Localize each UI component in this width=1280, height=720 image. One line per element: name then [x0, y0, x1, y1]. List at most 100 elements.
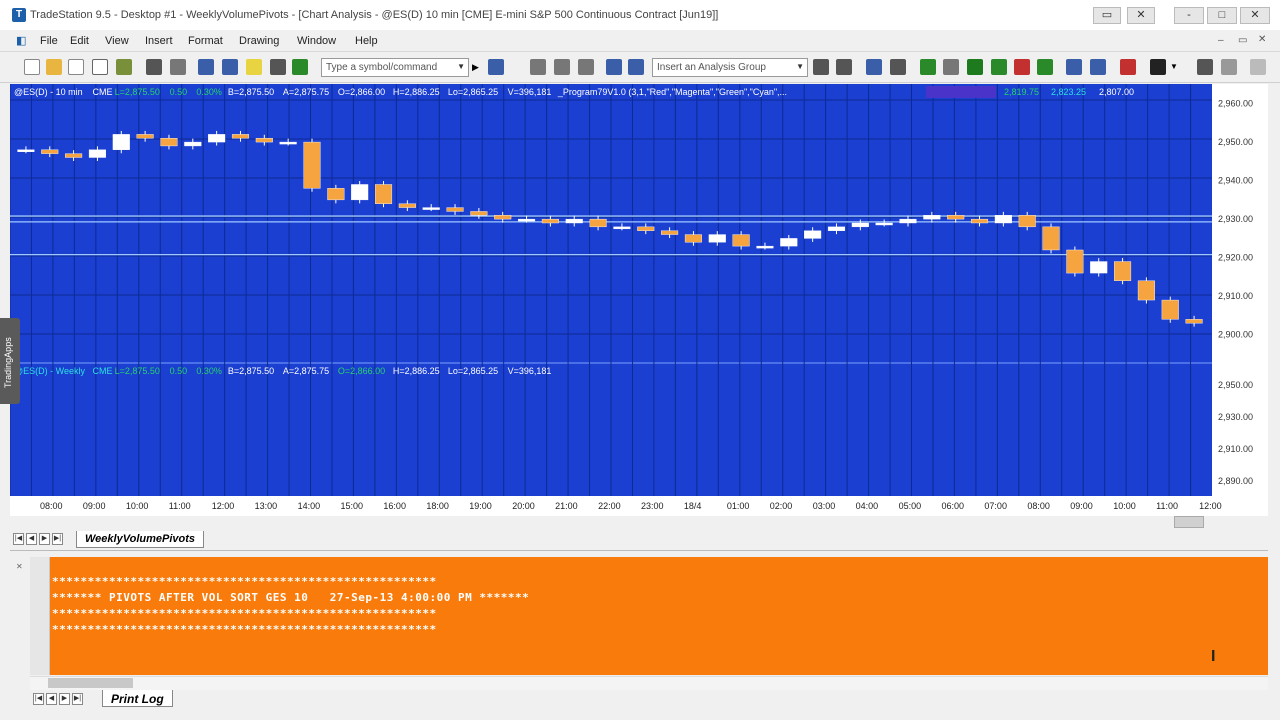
copy-icon[interactable] — [92, 59, 108, 75]
analysis-group-select[interactable]: Insert an Analysis Group ▼ — [652, 58, 808, 77]
price-tick-label: 2,900.00 — [1218, 330, 1253, 340]
radar-icon[interactable] — [554, 59, 570, 75]
menu-edit[interactable]: Edit — [70, 35, 89, 47]
time-tick-label: 18:00 — [426, 501, 449, 511]
time-tick-label: 21:00 — [555, 501, 578, 511]
candle-body — [1185, 319, 1203, 324]
last-sheet-icon[interactable]: ▶| — [52, 533, 63, 545]
menu-insert[interactable]: Insert — [145, 35, 173, 47]
child-close-icon[interactable]: ✕ — [1258, 34, 1266, 45]
chevron-down-icon[interactable]: ▼ — [796, 62, 804, 71]
account-icon[interactable] — [292, 59, 308, 75]
next-sheet-icon[interactable]: ▶ — [39, 533, 50, 545]
chart-header-field: B=2,875.50 — [228, 87, 274, 97]
refresh-icon[interactable] — [920, 59, 936, 75]
prev-tab-icon[interactable]: ◀ — [46, 693, 57, 705]
chart-header-field: L=2,875.50 — [115, 366, 160, 376]
chart-scroll-thumb[interactable] — [1174, 516, 1204, 528]
minimize-button[interactable]: - — [1174, 7, 1204, 24]
bar-chart-icon[interactable] — [967, 59, 983, 75]
price-tick-label: 2,950.00 — [1218, 380, 1253, 390]
close-panel-icon[interactable]: ✕ — [16, 562, 23, 571]
horizontal-scrollbar[interactable] — [30, 676, 1268, 690]
trendline-icon[interactable] — [1090, 59, 1106, 75]
candle-body — [589, 218, 607, 228]
sheet-tab-weeklyvolumepivots[interactable]: WeeklyVolumePivots — [76, 531, 205, 548]
chevron-down-icon[interactable]: ▼ — [1170, 59, 1186, 75]
candlestick-icon[interactable] — [991, 59, 1007, 75]
candle-body — [661, 230, 679, 235]
menu-drawing[interactable]: Drawing — [239, 35, 279, 47]
candle-body — [923, 215, 941, 220]
tradingapps-side-tab[interactable]: TradingApps — [0, 318, 20, 404]
print-log-output[interactable]: ****************************************… — [50, 557, 1268, 675]
maximize-button[interactable]: □ — [1207, 7, 1237, 24]
horizontal-scroll-thumb[interactable] — [48, 678, 133, 688]
menu-format[interactable]: Format — [188, 35, 223, 47]
close-icon[interactable]: ✕ — [1127, 7, 1155, 24]
menu-window[interactable]: Window — [297, 35, 336, 47]
first-tab-icon[interactable]: |◀ — [33, 693, 44, 705]
new-icon[interactable] — [24, 59, 40, 75]
close-button[interactable]: ✕ — [1240, 7, 1270, 24]
candle-body — [1137, 280, 1155, 301]
price-tick-label: 2,940.00 — [1218, 176, 1253, 186]
prev-sheet-icon[interactable]: ◀ — [26, 533, 37, 545]
candle-red-icon[interactable] — [1014, 59, 1030, 75]
chart-window-icon[interactable] — [530, 59, 546, 75]
zoom-in-icon[interactable] — [1197, 59, 1213, 75]
workspace-icon[interactable] — [116, 59, 132, 75]
price-chart[interactable]: 2,960.00 2,950.00 2,940.00 2,930.00 2,920.00… — [10, 84, 1268, 516]
lock-icon[interactable] — [270, 59, 286, 75]
alert-bell-icon[interactable] — [246, 59, 262, 75]
print-chart-icon[interactable] — [890, 59, 906, 75]
indicator-icon[interactable] — [813, 59, 829, 75]
child-restore-icon[interactable]: ▭ — [1238, 35, 1247, 46]
print-icon[interactable] — [170, 59, 186, 75]
menu-view[interactable]: View — [105, 35, 129, 47]
link-icon[interactable] — [628, 59, 644, 75]
candle-body — [1066, 249, 1084, 274]
menu-file[interactable]: File — [40, 35, 58, 47]
chart-header-field: Lo=2,865.25 — [448, 366, 498, 376]
first-sheet-icon[interactable]: |◀ — [13, 533, 24, 545]
time-tick-label: 15:00 — [341, 501, 364, 511]
restore-down-icon[interactable]: ▭ — [1093, 7, 1121, 24]
chart-header-field: _Program79V1.0 (3,1,"Red","Magenta","Gre… — [557, 87, 787, 97]
chart-header-field: Lo=2,865.25 — [448, 87, 498, 97]
symbol-input[interactable]: Type a symbol/command ▼ — [321, 58, 469, 77]
line-chart-icon[interactable] — [1066, 59, 1082, 75]
format-window-icon[interactable] — [198, 59, 214, 75]
open-folder-icon[interactable] — [46, 59, 62, 75]
play-icon[interactable]: ▶ — [472, 59, 488, 75]
hollow-candle-icon[interactable] — [1037, 59, 1053, 75]
new-page-icon[interactable] — [68, 59, 84, 75]
chart-menu-icon[interactable]: ◧ — [16, 34, 26, 47]
tab-print-log[interactable]: Print Log — [102, 690, 173, 707]
search-icon[interactable] — [488, 59, 504, 75]
candle-body — [970, 218, 989, 224]
scanner-icon[interactable] — [606, 59, 622, 75]
chart-header-field: L=2,875.50 — [115, 87, 160, 97]
candle-body — [112, 134, 130, 150]
save-icon[interactable] — [146, 59, 162, 75]
time-tick-label: 12:00 — [212, 501, 235, 511]
pointer-icon[interactable] — [1250, 59, 1266, 75]
menu-help[interactable]: Help — [355, 35, 378, 47]
zoom-out-icon[interactable] — [1221, 59, 1237, 75]
data-window-icon[interactable] — [222, 59, 238, 75]
price-tick-label: 2,920.00 — [1218, 253, 1253, 263]
chevron-down-icon[interactable]: ▼ — [457, 62, 465, 71]
strategy-icon[interactable] — [836, 59, 852, 75]
candle-body — [17, 149, 35, 152]
color-bar-icon[interactable] — [1120, 59, 1136, 75]
candle-body — [1161, 299, 1179, 320]
time-icon[interactable] — [943, 59, 959, 75]
last-tab-icon[interactable]: ▶| — [72, 693, 83, 705]
child-minimize-icon[interactable]: – — [1218, 35, 1224, 46]
next-tab-icon[interactable]: ▶ — [59, 693, 70, 705]
chart-header-field: H=2,886.25 — [393, 87, 440, 97]
format-symbol-icon[interactable] — [866, 59, 882, 75]
matrix-icon[interactable] — [578, 59, 594, 75]
crosshair-icon[interactable] — [1150, 59, 1166, 75]
